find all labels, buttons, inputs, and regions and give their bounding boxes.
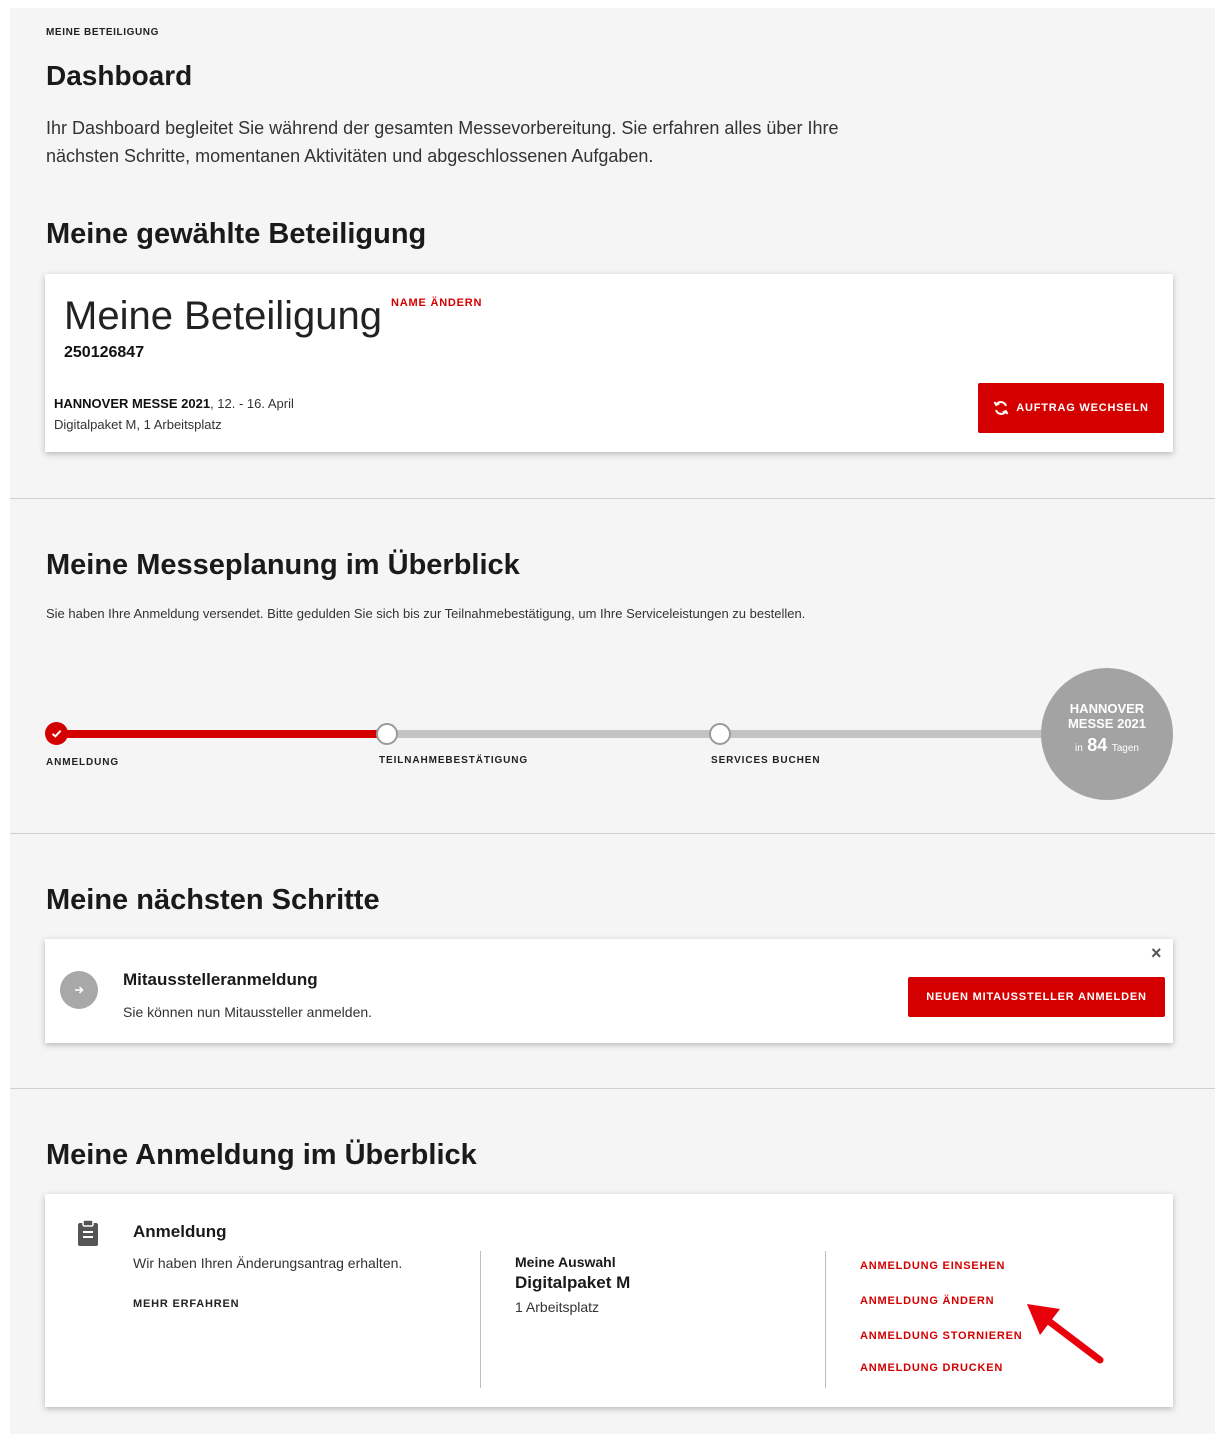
learn-more-link[interactable]: MEHR ERFAHREN — [133, 1298, 239, 1310]
step-services-label: SERVICES BUCHEN — [711, 755, 821, 766]
next-step-title: Mitausstelleranmeldung — [123, 970, 318, 989]
next-steps-heading: Meine nächsten Schritte — [46, 884, 380, 916]
countdown-days: 84 — [1087, 735, 1108, 755]
countdown-prefix: in — [1075, 743, 1083, 754]
registration-heading: Meine Anmeldung im Überblick — [46, 1139, 477, 1171]
selection-detail: 1 Arbeitsplatz — [515, 1299, 600, 1315]
column-divider — [825, 1251, 826, 1388]
column-divider — [480, 1251, 481, 1388]
countdown-days-row: in 84 Tagen — [1041, 735, 1173, 756]
countdown-badge: HANNOVER MESSE 2021 in 84 Tagen — [1041, 668, 1173, 800]
print-registration-link[interactable]: ANMELDUNG DRUCKEN — [860, 1362, 1003, 1374]
step-anmeldung-marker — [45, 722, 68, 745]
divider — [10, 498, 1215, 499]
step-services-marker — [709, 723, 731, 745]
progress-fill — [56, 730, 386, 738]
switch-order-button[interactable]: AUFTRAG WECHSELN — [978, 383, 1164, 433]
arrow-right-icon — [60, 971, 98, 1009]
participation-number: 250126847 — [64, 344, 145, 361]
registration-title: Anmeldung — [133, 1222, 227, 1241]
countdown-suffix: Tagen — [1111, 743, 1139, 754]
participation-heading: Meine gewählte Beteiligung — [46, 218, 427, 250]
clipboard-icon — [78, 1219, 98, 1246]
countdown-line1: HANNOVER — [1069, 701, 1145, 716]
registration-status: Wir haben Ihren Änderungsantrag erhalten… — [133, 1255, 403, 1271]
step-teilnahme-marker — [376, 723, 398, 745]
rename-link[interactable]: NAME ÄNDERN — [391, 297, 482, 309]
add-co-exhibitor-button[interactable]: NEUEN MITAUSSTELLER ANMELDEN — [908, 977, 1165, 1017]
package-info: Digitalpaket M, 1 Arbeitsplatz — [54, 417, 222, 432]
refresh-icon — [993, 401, 1009, 415]
view-registration-link[interactable]: ANMELDUNG EINSEHEN — [860, 1260, 1005, 1272]
fair-name: HANNOVER MESSE 2021 — [54, 396, 211, 411]
switch-order-label: AUFTRAG WECHSELN — [1016, 402, 1149, 414]
cancel-registration-link[interactable]: ANMELDUNG STORNIEREN — [860, 1330, 1022, 1342]
selection-label: Meine Auswahl — [515, 1254, 616, 1270]
planning-heading: Meine Messeplanung im Überblick — [46, 549, 520, 581]
divider — [10, 833, 1215, 834]
next-step-card: Mitausstelleranmeldung Sie können nun Mi… — [45, 939, 1173, 1043]
red-arrow-pointer — [1027, 1304, 1104, 1364]
close-icon[interactable]: × — [1151, 943, 1162, 964]
breadcrumb: MEINE BETEILIGUNG — [46, 27, 159, 38]
check-icon — [51, 730, 62, 738]
participation-card: Meine Beteiligung NAME ÄNDERN 250126847 … — [45, 274, 1173, 452]
next-step-text: Sie können nun Mitaussteller anmelden. — [123, 1004, 373, 1020]
registration-card: Anmeldung Wir haben Ihren Änderungsantra… — [45, 1194, 1173, 1407]
selection-value: Digitalpaket M — [515, 1273, 631, 1292]
participation-name: Meine Beteiligung — [64, 294, 382, 338]
countdown-line2: MESSE 2021 — [1067, 716, 1147, 731]
page-title: Dashboard — [46, 60, 193, 91]
divider — [10, 1088, 1215, 1089]
step-teilnahme-label: TEILNAHMEBESTÄTIGUNG — [379, 755, 529, 766]
fair-info: HANNOVER MESSE 2021, 12. - 16. April — [54, 394, 294, 414]
step-anmeldung-label: ANMELDUNG — [46, 757, 120, 768]
dashboard-page: MEINE BETEILIGUNG Dashboard Ihr Dashboar… — [10, 8, 1215, 1434]
edit-registration-link[interactable]: ANMELDUNG ÄNDERN — [860, 1295, 994, 1307]
planning-text: Sie haben Ihre Anmeldung versendet. Bitt… — [46, 606, 806, 621]
fair-dates: , 12. - 16. April — [210, 396, 294, 411]
page-intro: Ihr Dashboard begleitet Sie während der … — [46, 118, 839, 166]
